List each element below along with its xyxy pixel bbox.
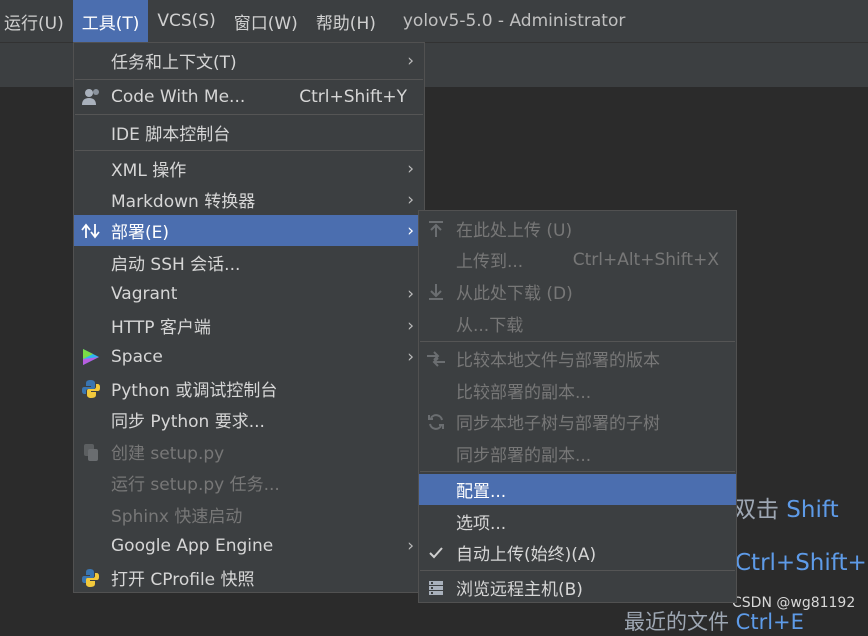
up-down-arrows-icon [80,220,102,242]
menu-item-markdown-converter[interactable]: Markdown 转换器 › [74,184,424,215]
space-logo-icon [80,346,102,368]
menu-item-open-cprofile[interactable]: 打开 CProfile 快照 [74,562,424,593]
menu-bar: 运行(U) 工具(T) VCS(S) 窗口(W) 帮助(H) yolov5-5.… [0,0,868,42]
menu-help[interactable]: 帮助(H) [307,0,385,42]
search-everywhere-hint: 双击 Shift [733,497,839,523]
separator [420,570,735,571]
menu-tools[interactable]: 工具(T) [72,0,149,42]
menu-item-xml-actions[interactable]: XML 操作 › [74,153,424,184]
menu-item-options[interactable]: 选项... [419,506,736,537]
python-logo-icon [80,378,102,400]
menu-item-code-with-me[interactable]: Code With Me... Ctrl+Shift+Y [74,81,424,112]
separator [420,471,735,472]
menu-item-sync-deployed-copy: 同步部署的副本... [456,446,592,466]
upload-icon [425,218,447,240]
menu-item-create-setup-py: 创建 setup.py [74,436,424,467]
menu-item-sync-subtree: 同步本地子树与部署的子树 [419,406,736,437]
menu-item-sphinx-quickstart: Sphinx 快速启动 [111,507,243,527]
chevron-right-icon: › [407,220,414,241]
menu-item-browse-remote-host[interactable]: 浏览远程主机(B) [419,572,736,603]
separator [75,150,423,151]
menu-item-http-client[interactable]: HTTP 客户端 › [74,310,424,341]
window-title: yolov5-5.0 - Administrator [402,11,626,31]
python-profile-icon [80,567,102,589]
separator [75,114,423,115]
server-icon [425,577,447,599]
menu-item-space[interactable]: Space › [74,341,424,372]
menu-item-compare-deployed-copy: 比较部署的副本... [456,383,592,403]
menu-item-automatic-upload[interactable]: 自动上传(始终)(A) [419,537,736,568]
menu-item-run-setup-py-task: 运行 setup.py 任务... [111,475,280,495]
separator [75,79,423,80]
tools-menu: 任务和上下文(T) › Code With Me... Ctrl+Shift+Y… [73,42,425,593]
menu-item-ide-script-console[interactable]: IDE 脚本控制台 [74,117,424,148]
menu-item-python-console[interactable]: Python 或调试控制台 [74,373,424,404]
package-icon [80,441,102,463]
menu-item-upload-here: 在此处上传 (U) [419,213,736,244]
download-icon [425,281,447,303]
menu-item-google-app-engine[interactable]: Google App Engine › [74,530,424,561]
menu-item-vagrant[interactable]: Vagrant › [74,278,424,309]
deployment-submenu: 在此处上传 (U) 上传到... Ctrl+Alt+Shift+X 从此处下载 … [418,210,737,603]
menu-item-tasks-context[interactable]: 任务和上下文(T) › [74,45,424,76]
compare-arrows-icon [425,348,447,370]
menu-vcs[interactable]: VCS(S) [148,0,224,42]
menu-window[interactable]: 窗口(W) [225,0,307,42]
chevron-right-icon: › [407,315,414,336]
menu-item-start-ssh[interactable]: 启动 SSH 会话... [74,247,424,278]
menu-item-upload-to: 上传到... Ctrl+Alt+Shift+X [456,249,719,273]
watermark: CSDN @wg81192 [732,595,856,611]
chevron-right-icon: › [407,535,414,556]
chevron-right-icon: › [407,189,414,210]
menu-item-compare-local-deployed: 比较本地文件与部署的版本 [419,343,736,374]
chevron-right-icon: › [407,346,414,367]
separator [420,341,735,342]
chevron-right-icon: › [407,50,414,71]
check-icon [425,542,447,564]
menu-item-configuration[interactable]: 配置... [419,474,736,505]
chevron-right-icon: › [407,158,414,179]
chevron-right-icon: › [407,283,414,304]
menu-run[interactable]: 运行(U) [0,0,73,42]
menu-item-download-from: 从...下载 [456,316,524,336]
goto-file-hint: Ctrl+Shift+N [735,550,868,576]
menu-item-sync-python-requirements[interactable]: 同步 Python 要求... [74,404,424,435]
person-icon [80,86,102,108]
menu-item-deployment[interactable]: 部署(E) › [74,215,424,246]
sync-icon [425,411,447,433]
menu-item-download-here: 从此处下载 (D) [419,276,736,307]
